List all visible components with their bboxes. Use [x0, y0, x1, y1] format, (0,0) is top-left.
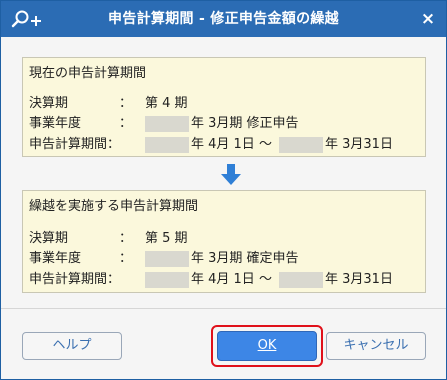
colon: ： — [119, 231, 133, 246]
calc-period-end: 年 3月31日 — [325, 137, 393, 152]
cancel-button[interactable]: キャンセル — [326, 332, 426, 360]
calc-period-row: 申告計算期間： 年 4月 1日 ～ 年 3月31日 — [29, 135, 419, 155]
calc-period-label: 申告計算期間： — [29, 272, 121, 287]
calc-period-start: 年 4月 1日 ～ — [191, 272, 272, 287]
close-button[interactable]: × — [410, 1, 446, 37]
business-year-value: 年 3月期 修正申告 — [191, 116, 299, 131]
colon: ： — [119, 116, 133, 131]
redacted-start-year — [145, 137, 189, 153]
calc-period-label: 申告計算期間： — [29, 137, 121, 152]
title-bar[interactable]: 申告計算期間 - 修正申告金額の繰越 × — [1, 1, 446, 37]
calc-period-start: 年 4月 1日 ～ — [191, 137, 272, 152]
redacted-end-year — [279, 137, 323, 153]
current-period-panel: 現在の申告計算期間 決算期 ： 第 4 期 事業年度 ： 年 3月期 修正申告 … — [22, 57, 426, 157]
calc-period-row: 申告計算期間： 年 4月 1日 ～ 年 3月31日 — [29, 270, 419, 290]
redacted-start-year — [145, 272, 189, 288]
fiscal-term-value: 第 5 期 — [145, 231, 188, 246]
current-period-heading: 現在の申告計算期間 — [29, 66, 147, 81]
business-year-label: 事業年度 — [29, 251, 82, 266]
redacted-year — [145, 116, 189, 132]
business-year-row: 事業年度 ： 年 3月期 確定申告 — [29, 249, 419, 269]
fiscal-term-value: 第 4 期 — [145, 96, 188, 111]
business-year-row: 事業年度 ： 年 3月期 修正申告 — [29, 114, 419, 134]
arrow-down-icon — [221, 164, 241, 185]
fiscal-term-row: 決算期 ： 第 5 期 — [29, 229, 419, 249]
colon: ： — [119, 96, 133, 111]
fiscal-term-label: 決算期 — [29, 96, 69, 111]
footer-divider — [1, 308, 446, 309]
calc-period-end: 年 3月31日 — [325, 272, 393, 287]
carryover-period-heading: 繰越を実施する申告計算期間 — [29, 199, 199, 214]
fiscal-term-label: 決算期 — [29, 231, 69, 246]
redacted-end-year — [279, 272, 323, 288]
business-year-value: 年 3月期 確定申告 — [191, 251, 299, 266]
colon: ： — [119, 251, 133, 266]
business-year-label: 事業年度 — [29, 116, 82, 131]
dialog-title: 申告計算期間 - 修正申告金額の繰越 — [108, 11, 339, 27]
redacted-year — [145, 251, 189, 267]
fiscal-term-row: 決算期 ： 第 4 期 — [29, 94, 419, 114]
ok-button[interactable]: OK — [217, 331, 317, 361]
carryover-period-panel: 繰越を実施する申告計算期間 決算期 ： 第 5 期 事業年度 ： 年 3月期 確… — [22, 190, 426, 293]
help-button[interactable]: ヘルプ — [22, 332, 122, 360]
dialog-window: 申告計算期間 - 修正申告金額の繰越 × 現在の申告計算期間 決算期 ： 第 4… — [0, 0, 447, 380]
